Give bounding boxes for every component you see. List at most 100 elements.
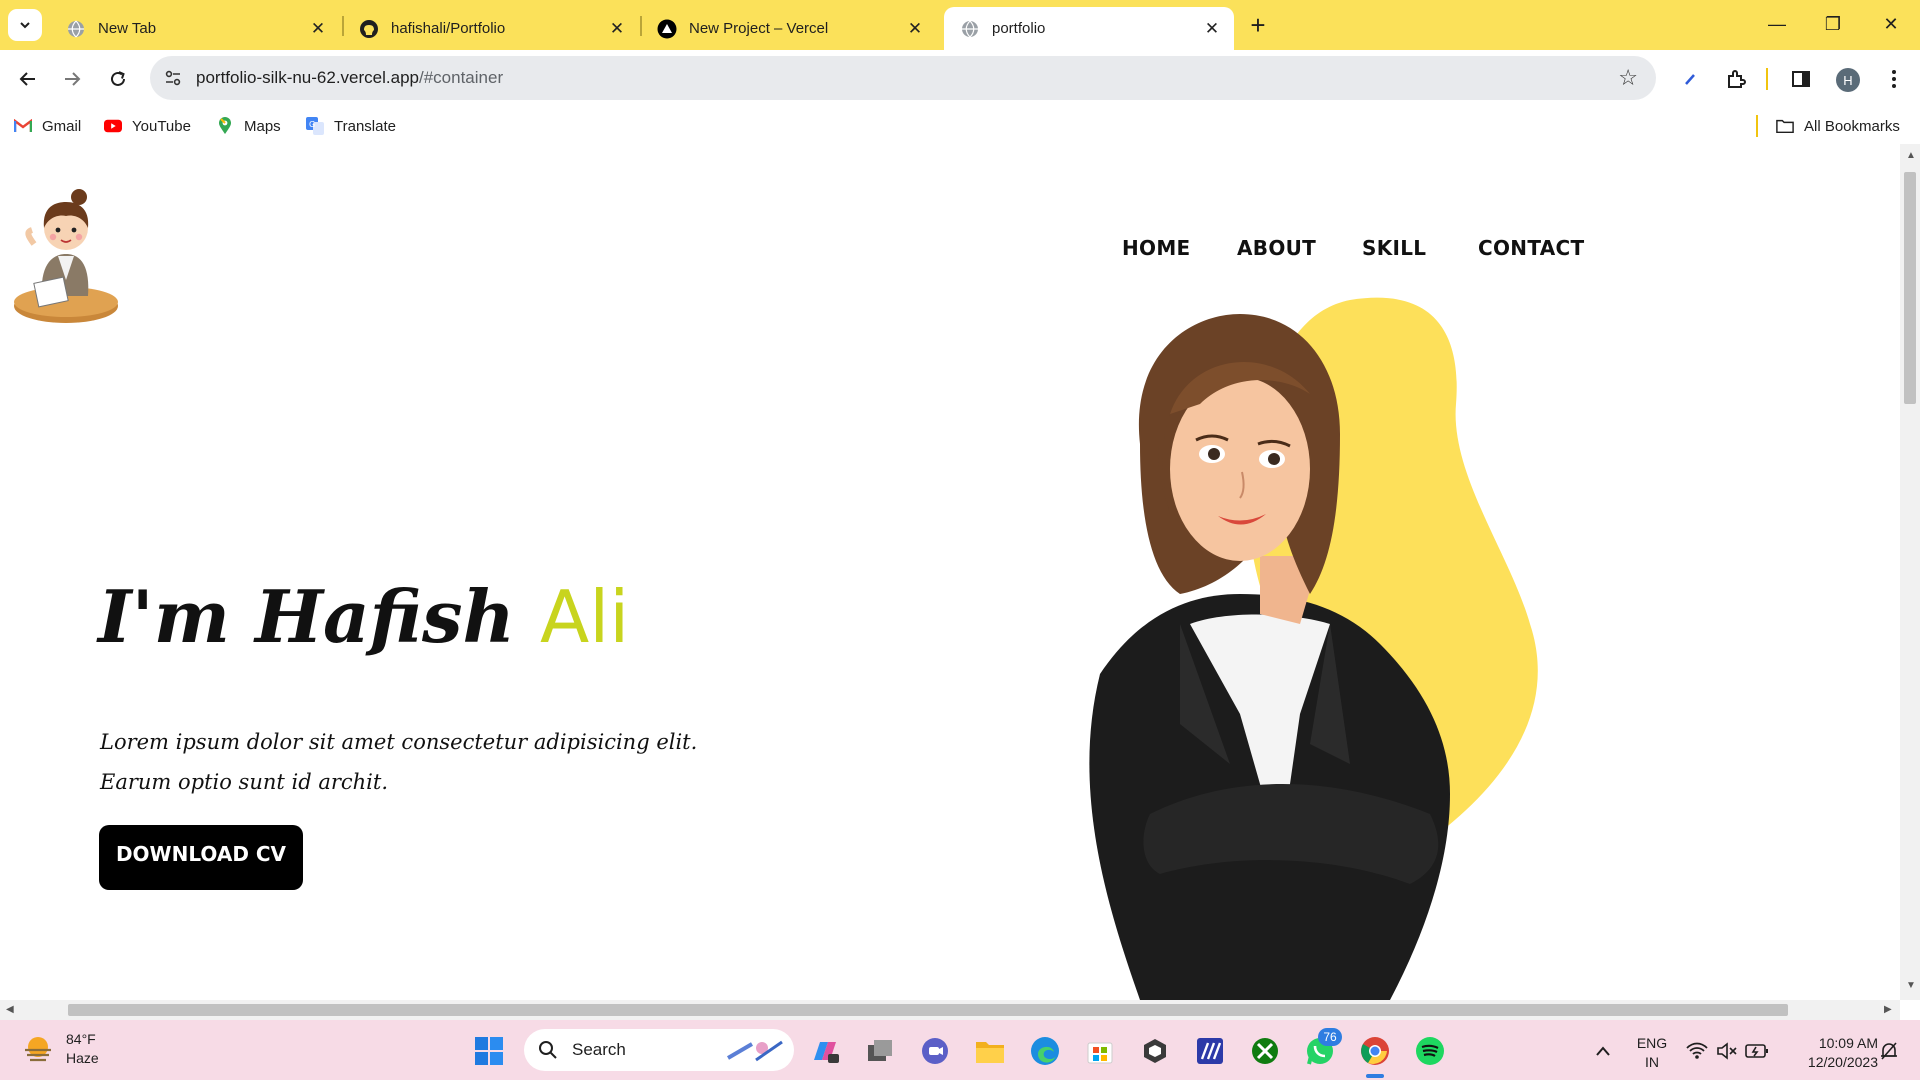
url-host: portfolio-silk-nu-62.vercel.app [196, 68, 419, 87]
scroll-right-arrow[interactable]: ▶ [1884, 1004, 1892, 1015]
tab-github[interactable]: hafishali/Portfolio ✕ [343, 7, 639, 50]
scroll-left-arrow[interactable]: ◀ [6, 1004, 14, 1015]
url-text: portfolio-silk-nu-62.vercel.app/#contain… [196, 68, 503, 88]
maps-pin-icon [216, 117, 234, 135]
weather-temp: 84°F [66, 1031, 96, 1047]
hero-text-line1: Lorem ipsum dolor sit amet consectetur a… [100, 730, 698, 754]
site-info-icon[interactable] [162, 67, 184, 89]
search-highlight-icon [726, 1040, 783, 1062]
globe-icon [66, 19, 86, 39]
pen-extension-icon[interactable] [1676, 65, 1704, 93]
bookmark-star-icon[interactable]: ☆ [1618, 65, 1638, 91]
extensions-puzzle-icon[interactable] [1722, 65, 1750, 93]
bookmark-translate[interactable]: G Translate [306, 117, 396, 135]
nav-contact[interactable]: CONTACT [1478, 236, 1584, 260]
tab-title: New Tab [98, 20, 157, 37]
bookmark-label: Gmail [42, 117, 82, 135]
page-viewport: HOME ABOUT SKILL CONTACT I'm Hafish Ali … [0, 144, 1900, 1000]
tab-close-button[interactable]: ✕ [903, 17, 927, 41]
nav-skill[interactable]: SKILL [1362, 236, 1426, 260]
all-bookmarks-button[interactable]: All Bookmarks [1776, 117, 1900, 135]
teams-chat-icon[interactable] [918, 1034, 952, 1068]
clock-time: 10:09 AM [1818, 1035, 1878, 1051]
tray-chevron-up-icon[interactable] [1586, 1034, 1620, 1068]
minimize-button[interactable]: — [1754, 8, 1800, 40]
edge-icon[interactable] [1028, 1034, 1062, 1068]
hero-accent-name: Ali [539, 575, 630, 659]
tab-vercel[interactable]: New Project – Vercel ✕ [641, 7, 937, 50]
file-explorer-icon[interactable] [973, 1034, 1007, 1068]
bookmark-gmail[interactable]: Gmail [14, 117, 81, 135]
chrome-icon[interactable] [1358, 1034, 1392, 1068]
url-path: /#container [419, 68, 504, 87]
tab-new-tab[interactable]: New Tab ✕ [50, 7, 340, 50]
wifi-icon[interactable] [1680, 1034, 1714, 1068]
new-tab-button[interactable]: + [1243, 10, 1273, 40]
hero-illustration [1089, 297, 1538, 1000]
spotify-icon[interactable] [1413, 1034, 1447, 1068]
tab-close-button[interactable]: ✕ [306, 17, 330, 41]
weather-widget[interactable]: 84°F Haze [22, 1030, 99, 1068]
bookmarks-divider [1756, 115, 1758, 137]
site-logo[interactable] [8, 184, 132, 336]
browser-window: { "browser": { "tabs": [ {"title": "New … [0, 0, 1920, 1080]
all-bookmarks-label: All Bookmarks [1804, 117, 1900, 135]
microsoft-store-icon[interactable] [1083, 1034, 1117, 1068]
language-indicator[interactable]: ENG IN [1630, 1034, 1674, 1072]
nav-about[interactable]: ABOUT [1237, 236, 1316, 260]
translate-icon: G [306, 117, 324, 135]
nav-home[interactable]: HOME [1122, 236, 1191, 260]
task-view-icon[interactable] [863, 1034, 897, 1068]
active-app-indicator [1366, 1074, 1384, 1078]
scroll-down-arrow[interactable]: ▼ [1906, 980, 1916, 991]
tab-close-button[interactable]: ✕ [605, 17, 629, 41]
xbox-icon[interactable] [1248, 1034, 1282, 1068]
address-bar[interactable]: portfolio-silk-nu-62.vercel.app/#contain… [150, 56, 1656, 100]
taskbar-search[interactable]: Search [524, 1029, 794, 1071]
horizontal-scroll-thumb[interactable] [68, 1004, 1788, 1016]
tab-strip: New Tab ✕ hafishali/Portfolio ✕ New Proj… [0, 0, 1920, 50]
arrow-right-icon [65, 72, 81, 86]
tab-title: hafishali/Portfolio [391, 20, 506, 37]
bookmark-youtube[interactable]: YouTube [104, 117, 191, 135]
copilot-icon[interactable] [808, 1034, 842, 1068]
windows-logo-icon [475, 1037, 503, 1065]
forward-button[interactable] [57, 64, 87, 94]
start-button[interactable] [472, 1034, 506, 1068]
toolbar-divider [1766, 68, 1768, 90]
download-cv-button[interactable]: DOWNLOAD CV [99, 825, 303, 890]
hero-greeting: I'm Hafish [98, 574, 515, 659]
profile-avatar[interactable]: H [1836, 68, 1860, 92]
reload-button[interactable] [103, 64, 133, 94]
vertical-scrollbar[interactable]: ▲ ▼ [1900, 144, 1920, 1000]
unity-icon[interactable] [1138, 1034, 1172, 1068]
browser-toolbar: portfolio-silk-nu-62.vercel.app/#contain… [0, 50, 1920, 108]
gmail-icon [14, 117, 32, 135]
notifications-bell-icon[interactable] [1872, 1034, 1906, 1068]
scroll-up-arrow[interactable]: ▲ [1906, 150, 1916, 161]
close-window-button[interactable]: ✕ [1868, 8, 1914, 40]
restore-button[interactable]: ❐ [1810, 8, 1856, 40]
weather-desc: Haze [66, 1050, 99, 1066]
app-blue-icon[interactable] [1193, 1034, 1227, 1068]
tab-search-button[interactable] [8, 9, 42, 41]
menu-kebab-icon[interactable] [1880, 65, 1908, 93]
haze-sun-icon [25, 1037, 51, 1062]
tab-portfolio[interactable]: portfolio ✕ [944, 7, 1234, 50]
tab-close-button[interactable]: ✕ [1200, 17, 1224, 41]
bookmark-maps[interactable]: Maps [216, 117, 281, 135]
volume-muted-icon[interactable] [1710, 1034, 1744, 1068]
back-button[interactable] [13, 64, 43, 94]
bookmarks-bar: Gmail YouTube Maps G Translate All Bookm… [0, 108, 1920, 144]
vertical-scroll-thumb[interactable] [1904, 172, 1916, 404]
globe-icon [960, 19, 980, 39]
battery-charging-icon[interactable] [1740, 1034, 1774, 1068]
side-panel-icon[interactable] [1787, 65, 1815, 93]
youtube-icon [104, 117, 122, 135]
windows-taskbar: 84°F Haze Search 76 ENG IN 10:09 AM 12/2… [0, 1020, 1920, 1080]
svg-text:G: G [309, 120, 315, 129]
horizontal-scrollbar[interactable]: ◀ ▶ [0, 1000, 1900, 1020]
hero-text-line2: Earum optio sunt id archit. [100, 770, 389, 794]
folder-icon [1776, 117, 1794, 135]
clock[interactable]: 10:09 AM 12/20/2023 [1782, 1034, 1878, 1072]
